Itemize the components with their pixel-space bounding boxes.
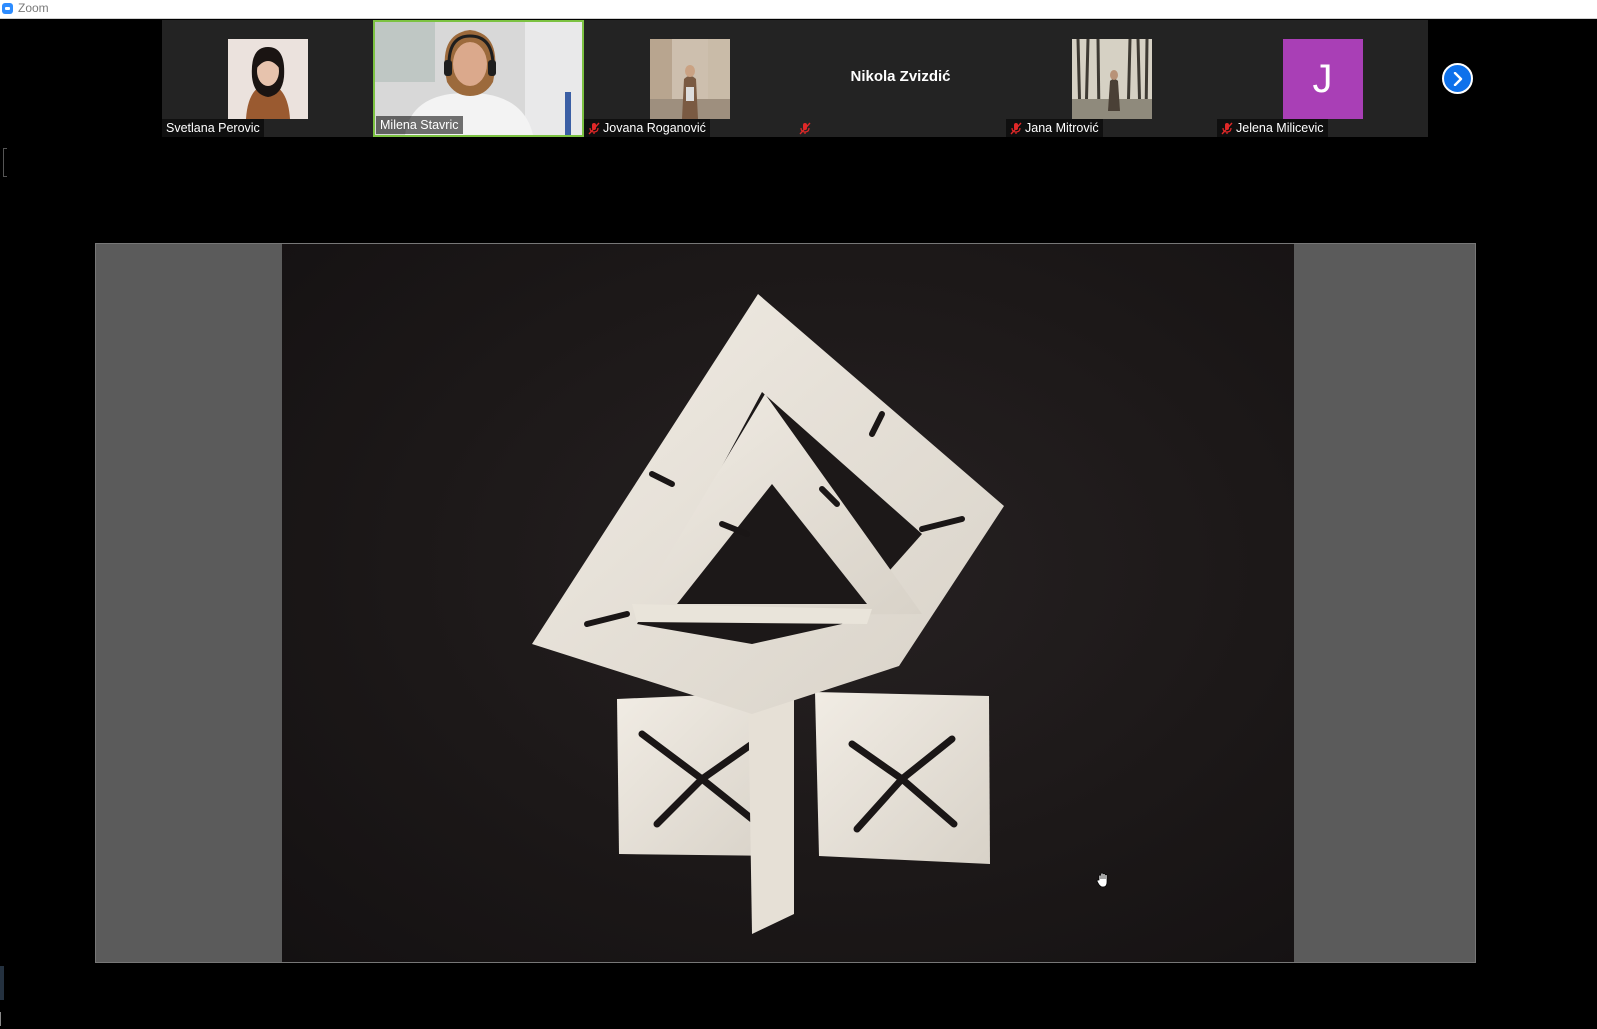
participant-photo: [227, 39, 308, 119]
hand-cursor-icon: [1096, 872, 1108, 888]
participant-tile[interactable]: Nikola Zvizdić: [795, 20, 1006, 137]
participant-tile-active-speaker[interactable]: Milena Stavric: [373, 20, 584, 137]
participant-name: Jelena Milicevic: [1236, 121, 1324, 135]
participant-tile[interactable]: Jana Mitrović: [1006, 20, 1217, 137]
participant-display-name: Nikola Zvizdić: [850, 68, 951, 85]
microphone-muted-icon: [799, 122, 811, 134]
side-panel-handle[interactable]: [3, 148, 7, 177]
avatar-letter: J: [1312, 56, 1333, 101]
next-page-button[interactable]: [1442, 63, 1473, 94]
chevron-right-icon: [1453, 71, 1462, 86]
participant-tile[interactable]: J Jelena Milicevic: [1217, 20, 1428, 137]
screen-share-view: [95, 243, 1476, 963]
microphone-muted-icon: [1221, 122, 1233, 134]
zoom-logo-icon: [2, 3, 13, 14]
participant-name: Svetlana Perovic: [166, 121, 260, 135]
shared-image: [282, 244, 1294, 962]
participant-name: Jana Mitrović: [1025, 121, 1099, 135]
participant-name-bar: Milena Stavric: [376, 116, 463, 134]
bottom-left-handle[interactable]: [0, 966, 4, 1000]
title-bar: Zoom: [0, 0, 1597, 19]
participant-photo: [1071, 39, 1152, 119]
participant-photo: [649, 39, 730, 119]
participant-name: Milena Stavric: [380, 118, 459, 132]
participant-name-bar: Jelena Milicevic: [1217, 119, 1328, 137]
microphone-muted-icon: [588, 122, 600, 134]
bottom-left-edge: [0, 1012, 4, 1026]
participant-name-bar: [795, 119, 815, 137]
participant-name: Jovana Roganović: [603, 121, 706, 135]
participant-tile[interactable]: Jovana Roganović: [584, 20, 795, 137]
sculpture-illustration: [532, 294, 1004, 934]
participant-name-bar: Jovana Roganović: [584, 119, 710, 137]
participant-name-bar: Svetlana Perovic: [162, 119, 264, 137]
participant-avatar: J: [1282, 39, 1363, 119]
participant-strip: Svetlana Perovic Milena Stavric Jovana R…: [162, 20, 1428, 137]
window-title: Zoom: [18, 1, 49, 15]
microphone-muted-icon: [1010, 122, 1022, 134]
participant-tile[interactable]: Svetlana Perovic: [162, 20, 373, 137]
participant-name-bar: Jana Mitrović: [1006, 119, 1103, 137]
